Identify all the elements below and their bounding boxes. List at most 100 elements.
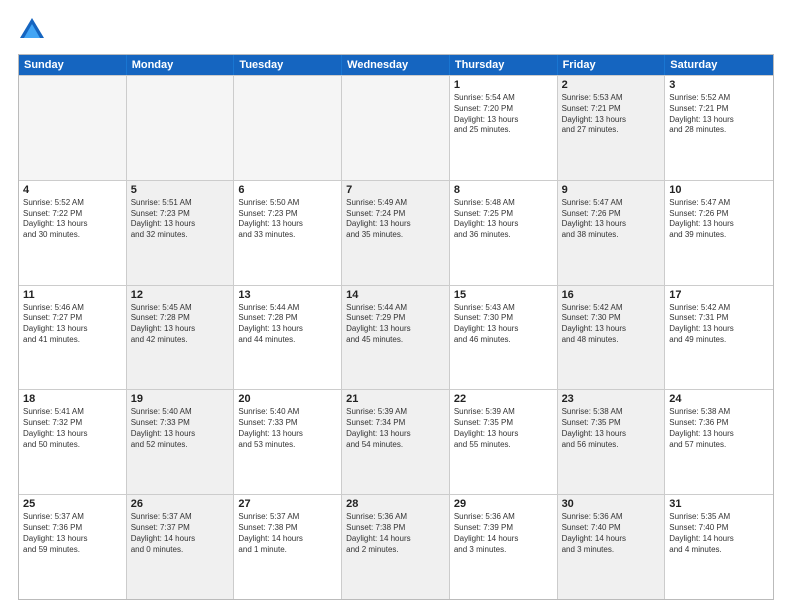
- cell-text: Sunrise: 5:52 AM Sunset: 7:22 PM Dayligh…: [23, 198, 122, 241]
- day-number: 5: [131, 184, 230, 196]
- day-number: 28: [346, 498, 445, 510]
- day-number: 6: [238, 184, 337, 196]
- cell-text: Sunrise: 5:49 AM Sunset: 7:24 PM Dayligh…: [346, 198, 445, 241]
- cell-text: Sunrise: 5:37 AM Sunset: 7:38 PM Dayligh…: [238, 512, 337, 555]
- day-number: 1: [454, 79, 553, 91]
- cal-cell-25: 25 Sunrise: 5:37 AM Sunset: 7:36 PM Dayli…: [19, 495, 127, 599]
- day-number: 14: [346, 289, 445, 301]
- cell-text: Sunrise: 5:36 AM Sunset: 7:39 PM Dayligh…: [454, 512, 553, 555]
- header-cell-wednesday: Wednesday: [342, 55, 450, 75]
- cal-cell-15: 15Sunrise: 5:43 AM Sunset: 7:30 PM Dayli…: [450, 286, 558, 390]
- cell-text: Sunrise: 5:40 AM Sunset: 7:33 PM Dayligh…: [131, 407, 230, 450]
- cal-cell-14: 14 Sunrise: 5:44 AM Sunset: 7:29 PM Dayli…: [342, 286, 450, 390]
- cal-cell-1: 1 Sunrise: 5:54 AM Sunset: 7:20 PM Daylig…: [450, 76, 558, 180]
- day-number: 3: [669, 79, 769, 91]
- day-number: 18: [23, 393, 122, 405]
- cal-cell-10: 10 Sunrise: 5:47 AM Sunset: 7:26 PM Dayli…: [665, 181, 773, 285]
- cal-cell-8: 8 Sunrise: 5:48 AM Sunset: 7:25 PM Daylig…: [450, 181, 558, 285]
- day-number: 31: [669, 498, 769, 510]
- cal-cell-6: 6Sunrise: 5:50 AM Sunset: 7:23 PM Daylig…: [234, 181, 342, 285]
- cell-text: Sunrise: 5:48 AM Sunset: 7:25 PM Dayligh…: [454, 198, 553, 241]
- cell-text: Sunrise: 5:52 AM Sunset: 7:21 PM Dayligh…: [669, 93, 769, 136]
- cal-cell-21: 21Sunrise: 5:39 AM Sunset: 7:34 PM Dayli…: [342, 390, 450, 494]
- cal-cell-empty-0: [19, 76, 127, 180]
- cell-text: Sunrise: 5:38 AM Sunset: 7:35 PM Dayligh…: [562, 407, 661, 450]
- cal-cell-30: 30Sunrise: 5:36 AM Sunset: 7:40 PM Dayli…: [558, 495, 666, 599]
- calendar-row-1: 4 Sunrise: 5:52 AM Sunset: 7:22 PM Daylig…: [19, 180, 773, 285]
- calendar-row-3: 18 Sunrise: 5:41 AM Sunset: 7:32 PM Dayli…: [19, 389, 773, 494]
- cal-cell-24: 24 Sunrise: 5:38 AM Sunset: 7:36 PM Dayli…: [665, 390, 773, 494]
- day-number: 17: [669, 289, 769, 301]
- cal-cell-7: 7 Sunrise: 5:49 AM Sunset: 7:24 PM Daylig…: [342, 181, 450, 285]
- day-number: 22: [454, 393, 553, 405]
- day-number: 7: [346, 184, 445, 196]
- day-number: 2: [562, 79, 661, 91]
- cal-cell-29: 29 Sunrise: 5:36 AM Sunset: 7:39 PM Dayli…: [450, 495, 558, 599]
- cell-text: Sunrise: 5:41 AM Sunset: 7:32 PM Dayligh…: [23, 407, 122, 450]
- day-number: 8: [454, 184, 553, 196]
- day-number: 24: [669, 393, 769, 405]
- cal-cell-11: 11 Sunrise: 5:46 AM Sunset: 7:27 PM Dayli…: [19, 286, 127, 390]
- day-number: 26: [131, 498, 230, 510]
- cal-cell-2: 2 Sunrise: 5:53 AM Sunset: 7:21 PM Daylig…: [558, 76, 666, 180]
- calendar-row-2: 11 Sunrise: 5:46 AM Sunset: 7:27 PM Dayli…: [19, 285, 773, 390]
- cell-text: Sunrise: 5:37 AM Sunset: 7:37 PM Dayligh…: [131, 512, 230, 555]
- cell-text: Sunrise: 5:44 AM Sunset: 7:29 PM Dayligh…: [346, 303, 445, 346]
- day-number: 10: [669, 184, 769, 196]
- day-number: 4: [23, 184, 122, 196]
- cal-cell-27: 27 Sunrise: 5:37 AM Sunset: 7:38 PM Dayli…: [234, 495, 342, 599]
- cell-text: Sunrise: 5:38 AM Sunset: 7:36 PM Dayligh…: [669, 407, 769, 450]
- header-cell-friday: Friday: [558, 55, 666, 75]
- cal-cell-empty-2: [234, 76, 342, 180]
- cal-cell-31: 31 Sunrise: 5:35 AM Sunset: 7:40 PM Dayli…: [665, 495, 773, 599]
- cell-text: Sunrise: 5:47 AM Sunset: 7:26 PM Dayligh…: [669, 198, 769, 241]
- logo: [18, 16, 50, 44]
- header-cell-tuesday: Tuesday: [234, 55, 342, 75]
- header-cell-thursday: Thursday: [450, 55, 558, 75]
- cell-text: Sunrise: 5:40 AM Sunset: 7:33 PM Dayligh…: [238, 407, 337, 450]
- cell-text: Sunrise: 5:43 AM Sunset: 7:30 PM Dayligh…: [454, 303, 553, 346]
- cell-text: Sunrise: 5:54 AM Sunset: 7:20 PM Dayligh…: [454, 93, 553, 136]
- day-number: 13: [238, 289, 337, 301]
- cell-text: Sunrise: 5:35 AM Sunset: 7:40 PM Dayligh…: [669, 512, 769, 555]
- cal-cell-19: 19 Sunrise: 5:40 AM Sunset: 7:33 PM Dayli…: [127, 390, 235, 494]
- day-number: 25: [23, 498, 122, 510]
- day-number: 16: [562, 289, 661, 301]
- cal-cell-28: 28 Sunrise: 5:36 AM Sunset: 7:38 PM Dayli…: [342, 495, 450, 599]
- cell-text: Sunrise: 5:36 AM Sunset: 7:38 PM Dayligh…: [346, 512, 445, 555]
- cell-text: Sunrise: 5:47 AM Sunset: 7:26 PM Dayligh…: [562, 198, 661, 241]
- header-cell-saturday: Saturday: [665, 55, 773, 75]
- day-number: 20: [238, 393, 337, 405]
- cal-cell-5: 5Sunrise: 5:51 AM Sunset: 7:23 PM Daylig…: [127, 181, 235, 285]
- day-number: 21: [346, 393, 445, 405]
- day-number: 27: [238, 498, 337, 510]
- calendar-row-4: 25 Sunrise: 5:37 AM Sunset: 7:36 PM Dayli…: [19, 494, 773, 599]
- cell-text: Sunrise: 5:53 AM Sunset: 7:21 PM Dayligh…: [562, 93, 661, 136]
- cell-text: Sunrise: 5:46 AM Sunset: 7:27 PM Dayligh…: [23, 303, 122, 346]
- day-number: 29: [454, 498, 553, 510]
- page: SundayMondayTuesdayWednesdayThursdayFrid…: [0, 0, 792, 612]
- cal-cell-4: 4 Sunrise: 5:52 AM Sunset: 7:22 PM Daylig…: [19, 181, 127, 285]
- cell-text: Sunrise: 5:36 AM Sunset: 7:40 PM Dayligh…: [562, 512, 661, 555]
- cal-cell-3: 3 Sunrise: 5:52 AM Sunset: 7:21 PM Daylig…: [665, 76, 773, 180]
- day-number: 12: [131, 289, 230, 301]
- cal-cell-22: 22Sunrise: 5:39 AM Sunset: 7:35 PM Dayli…: [450, 390, 558, 494]
- header-cell-monday: Monday: [127, 55, 235, 75]
- calendar: SundayMondayTuesdayWednesdayThursdayFrid…: [18, 54, 774, 600]
- cal-cell-empty-1: [127, 76, 235, 180]
- cal-cell-12: 12 Sunrise: 5:45 AM Sunset: 7:28 PM Dayli…: [127, 286, 235, 390]
- header-cell-sunday: Sunday: [19, 55, 127, 75]
- day-number: 9: [562, 184, 661, 196]
- cell-text: Sunrise: 5:37 AM Sunset: 7:36 PM Dayligh…: [23, 512, 122, 555]
- cell-text: Sunrise: 5:42 AM Sunset: 7:31 PM Dayligh…: [669, 303, 769, 346]
- cal-cell-26: 26 Sunrise: 5:37 AM Sunset: 7:37 PM Dayli…: [127, 495, 235, 599]
- day-number: 19: [131, 393, 230, 405]
- cal-cell-empty-3: [342, 76, 450, 180]
- cell-text: Sunrise: 5:45 AM Sunset: 7:28 PM Dayligh…: [131, 303, 230, 346]
- cal-cell-17: 17 Sunrise: 5:42 AM Sunset: 7:31 PM Dayli…: [665, 286, 773, 390]
- calendar-row-0: 1 Sunrise: 5:54 AM Sunset: 7:20 PM Daylig…: [19, 75, 773, 180]
- cal-cell-16: 16Sunrise: 5:42 AM Sunset: 7:30 PM Dayli…: [558, 286, 666, 390]
- day-number: 11: [23, 289, 122, 301]
- calendar-body: 1 Sunrise: 5:54 AM Sunset: 7:20 PM Daylig…: [19, 75, 773, 599]
- cell-text: Sunrise: 5:44 AM Sunset: 7:28 PM Dayligh…: [238, 303, 337, 346]
